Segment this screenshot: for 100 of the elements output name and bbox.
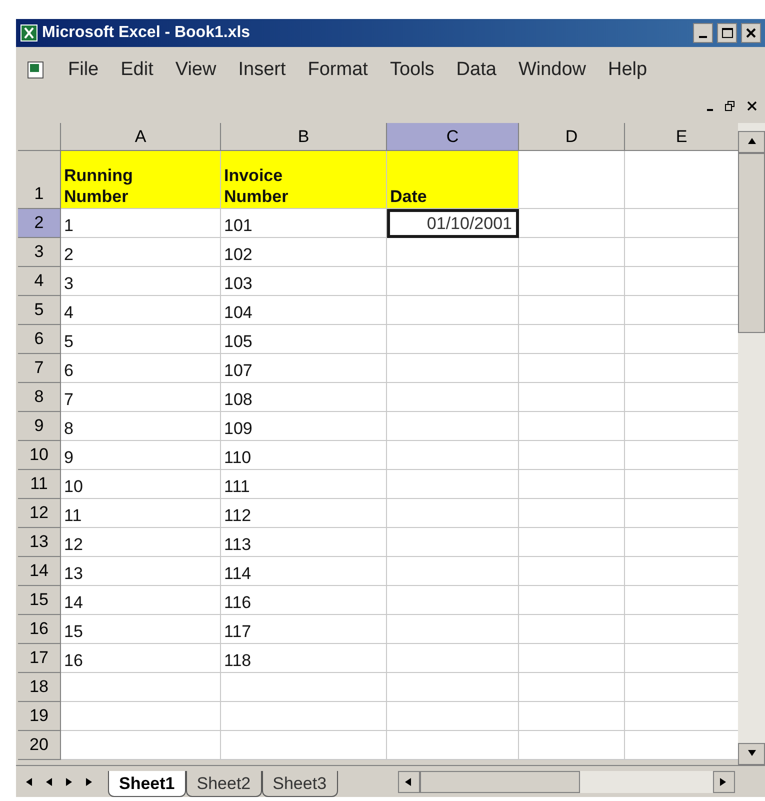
table-cell[interactable] [61,673,221,702]
table-cell[interactable] [625,151,738,209]
table-cell[interactable]: 4 [61,296,221,325]
column-header[interactable]: A [61,123,221,151]
row-header[interactable]: 9 [18,412,61,441]
table-cell[interactable]: 10 [61,470,221,499]
vertical-scrollbar[interactable] [738,123,765,765]
sheet-tab[interactable]: Sheet3 [262,771,338,797]
table-cell[interactable] [625,238,738,267]
row-header[interactable]: 5 [18,296,61,325]
column-header[interactable]: C [387,123,519,151]
menu-item[interactable]: Tools [390,56,434,84]
table-cell[interactable]: 13 [61,557,221,586]
table-cell[interactable]: 6 [61,354,221,383]
table-cell[interactable] [519,731,625,760]
table-cell[interactable] [519,470,625,499]
maximize-button[interactable] [717,23,737,43]
table-cell[interactable] [221,673,387,702]
table-cell[interactable] [387,702,519,731]
table-cell[interactable] [387,354,519,383]
table-cell[interactable] [387,441,519,470]
table-cell[interactable]: 14 [61,586,221,615]
table-cell[interactable] [387,296,519,325]
table-cell[interactable]: 9 [61,441,221,470]
table-cell[interactable] [625,267,738,296]
table-cell[interactable] [625,644,738,673]
table-cell[interactable]: Date [387,151,519,209]
minimize-icon[interactable] [707,109,713,111]
table-cell[interactable]: 114 [221,557,387,586]
row-header[interactable]: 8 [18,383,61,412]
table-cell[interactable] [519,412,625,441]
menu-item[interactable]: View [175,56,216,84]
table-cell[interactable] [519,325,625,354]
table-cell[interactable] [519,441,625,470]
table-cell[interactable] [387,731,519,760]
table-cell[interactable] [387,499,519,528]
scroll-thumb[interactable] [738,153,765,333]
sheet-tab[interactable]: Sheet2 [186,771,262,797]
table-cell[interactable] [519,209,625,238]
table-cell[interactable] [625,383,738,412]
menu-item[interactable]: Insert [238,56,286,84]
table-cell[interactable]: 5 [61,325,221,354]
table-cell[interactable]: 110 [221,441,387,470]
table-cell[interactable] [387,586,519,615]
menu-item[interactable]: File [68,56,99,84]
table-cell[interactable]: 16 [61,644,221,673]
table-cell[interactable] [625,615,738,644]
table-cell[interactable] [625,528,738,557]
table-cell[interactable] [519,238,625,267]
table-cell[interactable] [221,731,387,760]
table-cell[interactable]: 101 [221,209,387,238]
menu-item[interactable]: Format [308,56,368,84]
table-cell[interactable]: 111 [221,470,387,499]
table-cell[interactable] [221,702,387,731]
table-cell[interactable] [519,383,625,412]
table-cell[interactable]: 7 [61,383,221,412]
table-cell[interactable]: 116 [221,586,387,615]
table-cell[interactable] [625,673,738,702]
table-cell[interactable] [625,325,738,354]
table-cell[interactable] [387,615,519,644]
table-cell[interactable] [519,702,625,731]
table-cell[interactable] [387,673,519,702]
row-header[interactable]: 18 [18,673,61,702]
table-cell[interactable] [387,238,519,267]
menu-item[interactable]: Edit [120,56,154,84]
row-header[interactable]: 3 [18,238,61,267]
table-cell[interactable] [625,731,738,760]
scroll-up-button[interactable] [738,131,765,153]
table-cell[interactable]: 15 [61,615,221,644]
table-cell[interactable] [387,644,519,673]
table-cell[interactable] [519,296,625,325]
table-cell[interactable]: 118 [221,644,387,673]
table-cell[interactable]: Invoice Number [221,151,387,209]
table-cell[interactable] [387,383,519,412]
row-header[interactable]: 14 [18,557,61,586]
document-icon[interactable] [26,60,46,80]
table-cell[interactable] [519,528,625,557]
row-header[interactable]: 17 [18,644,61,673]
scroll-left-button[interactable] [398,770,420,792]
table-cell[interactable] [625,499,738,528]
table-cell[interactable] [387,325,519,354]
table-cell[interactable]: 113 [221,528,387,557]
table-cell[interactable] [625,702,738,731]
table-cell[interactable]: 3 [61,267,221,296]
row-header[interactable]: 11 [18,470,61,499]
table-cell[interactable] [625,470,738,499]
table-cell[interactable] [519,586,625,615]
table-cell[interactable] [519,673,625,702]
table-cell[interactable] [625,354,738,383]
corner-cell[interactable] [18,123,61,151]
close-button[interactable] [741,23,761,43]
table-cell[interactable]: 109 [221,412,387,441]
table-cell[interactable]: 117 [221,615,387,644]
table-cell[interactable]: 112 [221,499,387,528]
table-cell[interactable] [387,557,519,586]
scroll-down-button[interactable] [738,743,765,765]
table-cell[interactable] [625,412,738,441]
table-cell[interactable] [625,209,738,238]
row-header[interactable]: 16 [18,615,61,644]
row-header[interactable]: 10 [18,441,61,470]
